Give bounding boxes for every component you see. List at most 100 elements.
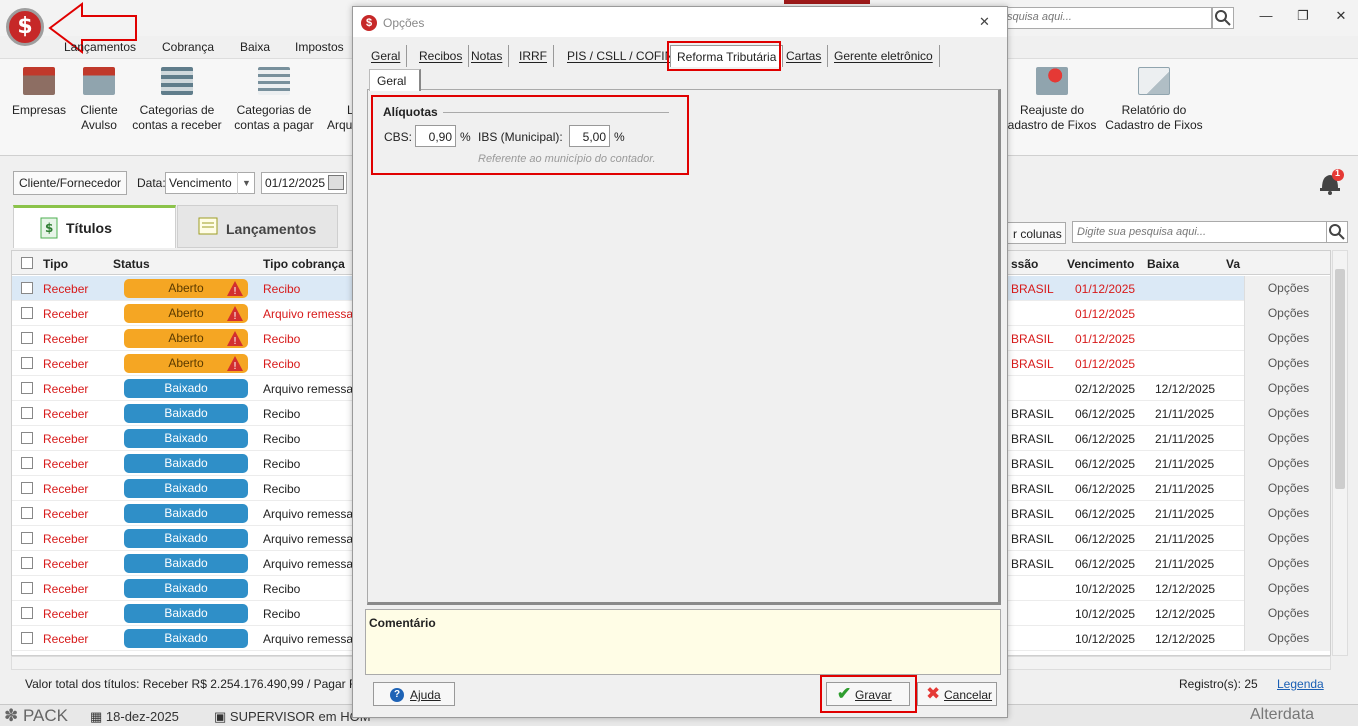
opcoes-button[interactable]: Opções xyxy=(1244,501,1330,526)
cell-tipo-cobranca: Recibo xyxy=(263,432,301,446)
ajuda-button[interactable]: ? Ajuda xyxy=(373,682,455,706)
col-valor[interactable]: Va xyxy=(1226,257,1240,271)
tab-recibos[interactable]: Recibos xyxy=(413,45,470,67)
opcoes-button[interactable]: Opções xyxy=(1244,351,1330,376)
row-checkbox[interactable] xyxy=(21,457,33,469)
cell-emissao: BRASIL xyxy=(1011,407,1054,421)
opcoes-button[interactable]: Opções xyxy=(1244,326,1330,351)
cancelar-button[interactable]: ✖ Cancelar xyxy=(917,682,997,706)
active-tab-highlight xyxy=(667,41,781,71)
calendar-icon[interactable] xyxy=(328,175,344,190)
row-checkbox[interactable] xyxy=(21,557,33,569)
colunas-button[interactable]: r colunas xyxy=(1000,222,1066,244)
opcoes-button[interactable]: Opções xyxy=(1244,276,1330,301)
opcoes-button[interactable]: Opções xyxy=(1244,401,1330,426)
categorias-receber-button[interactable]: Categorias de contas a receber xyxy=(130,67,224,133)
opcoes-button[interactable]: Opções xyxy=(1244,601,1330,626)
cell-vencimento: 01/12/2025 xyxy=(1075,307,1136,321)
subtab-geral[interactable]: Geral xyxy=(369,69,421,91)
cell-tipo: Receber xyxy=(43,357,89,371)
top-search-input[interactable]: squisa aqui... xyxy=(1000,7,1212,29)
tab-irrf[interactable]: IRRF xyxy=(513,45,554,67)
empresas-button[interactable]: Empresas xyxy=(12,67,66,118)
menu-lancamentos[interactable]: Lançamentos xyxy=(64,40,136,54)
dialog-logo: $ xyxy=(361,15,377,31)
cell-baixa: 12/12/2025 xyxy=(1155,632,1216,646)
help-icon: ? xyxy=(390,688,404,702)
tab-geral[interactable]: Geral xyxy=(365,45,408,67)
row-checkbox[interactable] xyxy=(21,282,33,294)
bell-icon[interactable]: 1 xyxy=(1318,168,1344,196)
minimize-icon[interactable]: — xyxy=(1255,8,1277,26)
col-vencimento[interactable]: Vencimento xyxy=(1067,257,1134,271)
opcoes-button[interactable]: Opções xyxy=(1244,376,1330,401)
opcoes-button[interactable]: Opções xyxy=(1244,476,1330,501)
status-badge: Baixado xyxy=(124,379,248,398)
col-tipo-cobranca[interactable]: Tipo cobrança xyxy=(263,257,345,271)
opcoes-button[interactable]: Opções xyxy=(1244,426,1330,451)
restore-icon[interactable]: ❐ xyxy=(1292,8,1314,26)
tab-lancamentos[interactable]: Lançamentos xyxy=(177,205,338,248)
opcoes-button[interactable]: Opções xyxy=(1244,451,1330,476)
tab-notas[interactable]: Notas xyxy=(465,45,510,67)
cliente-avulso-button[interactable]: Cliente Avulso xyxy=(76,67,122,133)
row-checkbox[interactable] xyxy=(21,357,33,369)
status-badge: Baixado xyxy=(124,404,248,423)
cbs-input[interactable]: 0,90 xyxy=(415,125,456,147)
select-all-checkbox[interactable] xyxy=(21,257,33,269)
col-tipo[interactable]: Tipo xyxy=(43,257,68,271)
chevron-down-icon[interactable]: ▼ xyxy=(237,172,255,194)
relatorio-button[interactable]: Relatório do Cadastro de Fixos xyxy=(1104,67,1204,133)
cliente-fornecedor-button[interactable]: Cliente/Fornecedor xyxy=(13,171,127,195)
cell-tipo-cobranca: Arquivo remessa xyxy=(263,382,354,396)
menu-baixa[interactable]: Baixa xyxy=(240,40,270,54)
cell-vencimento: 01/12/2025 xyxy=(1075,332,1136,346)
row-checkbox[interactable] xyxy=(21,382,33,394)
opcoes-button[interactable]: Opções xyxy=(1244,576,1330,601)
col-baixa[interactable]: Baixa xyxy=(1147,257,1179,271)
row-checkbox[interactable] xyxy=(21,407,33,419)
opcoes-button[interactable]: Opções xyxy=(1244,626,1330,651)
scroll-thumb[interactable] xyxy=(1335,269,1345,489)
close-icon[interactable]: ✕ xyxy=(1330,8,1352,26)
cell-tipo: Receber xyxy=(43,432,89,446)
options-dialog: $ Opções ✕ Geral Recibos Notas IRRF PIS … xyxy=(352,6,1008,718)
grid-search-input[interactable]: Digite sua pesquisa aqui... xyxy=(1072,221,1327,243)
menu-cobranca[interactable]: Cobrança xyxy=(162,40,214,54)
col-emissao[interactable]: ssão xyxy=(1011,257,1038,271)
comment-box[interactable]: Comentário xyxy=(365,609,1001,675)
arquivo-button[interactable]: L Arqu xyxy=(327,67,354,133)
status-badge: Baixado xyxy=(124,554,248,573)
status-badge: Baixado xyxy=(124,579,248,598)
cell-baixa: 21/11/2025 xyxy=(1155,457,1215,471)
row-checkbox[interactable] xyxy=(21,532,33,544)
row-checkbox[interactable] xyxy=(21,582,33,594)
categorias-pagar-button[interactable]: Categorias de contas a pagar xyxy=(232,67,316,133)
row-checkbox[interactable] xyxy=(21,307,33,319)
tab-titulos[interactable]: $ Títulos xyxy=(13,205,176,248)
search-icon[interactable] xyxy=(1326,221,1348,243)
search-icon[interactable] xyxy=(1212,7,1234,29)
row-checkbox[interactable] xyxy=(21,507,33,519)
col-status[interactable]: Status xyxy=(113,257,150,271)
row-checkbox[interactable] xyxy=(21,432,33,444)
legenda-link[interactable]: Legenda xyxy=(1277,677,1324,691)
opcoes-button[interactable]: Opções xyxy=(1244,526,1330,551)
row-checkbox[interactable] xyxy=(21,482,33,494)
opcoes-button[interactable]: Opções xyxy=(1244,551,1330,576)
menu-impostos[interactable]: Impostos xyxy=(295,40,344,54)
opcoes-button[interactable]: Opções xyxy=(1244,301,1330,326)
tab-cartas[interactable]: Cartas xyxy=(780,45,829,67)
ledger-icon xyxy=(198,217,218,235)
row-checkbox[interactable] xyxy=(21,607,33,619)
row-checkbox[interactable] xyxy=(21,632,33,644)
cell-tipo-cobranca: Arquivo remessa xyxy=(263,532,354,546)
gravar-button[interactable]: ✔ Gravar xyxy=(826,682,910,706)
ibs-input[interactable]: 5,00 xyxy=(569,125,610,147)
vertical-scrollbar[interactable] xyxy=(1332,250,1348,656)
row-checkbox[interactable] xyxy=(21,332,33,344)
close-icon[interactable]: ✕ xyxy=(979,14,990,30)
reajuste-button[interactable]: Reajuste do adastro de Fixos xyxy=(1006,67,1098,133)
svg-text:$: $ xyxy=(45,221,53,235)
tab-gerente-eletronico[interactable]: Gerente eletrônico xyxy=(828,45,940,67)
